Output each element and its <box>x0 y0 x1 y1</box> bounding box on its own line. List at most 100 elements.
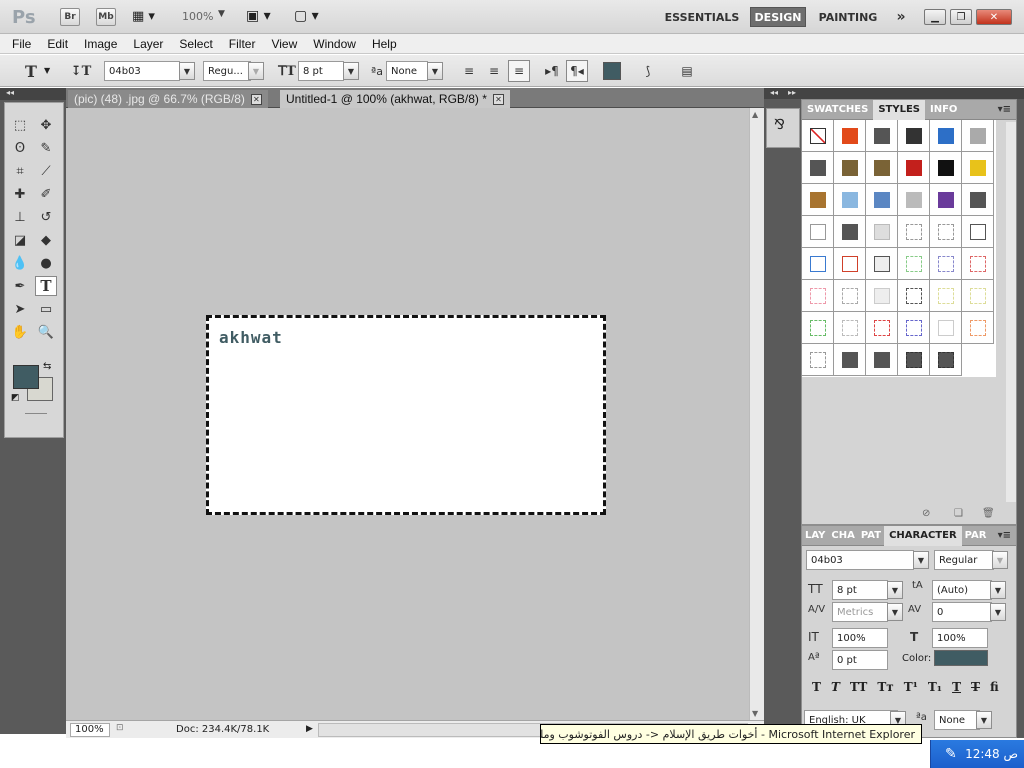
style-preset-swatch[interactable] <box>962 280 994 312</box>
style-preset-swatch[interactable] <box>802 280 834 312</box>
hand-tool-icon[interactable]: ✋ <box>9 322 31 342</box>
font-size-field[interactable]: 8 pt <box>298 61 344 81</box>
tab-untitled-1[interactable]: Untitled-1 @ 100% (akhwat, RGB/8) * ✕ <box>280 90 510 108</box>
delete-style-icon[interactable]: 🗑 <box>982 508 995 519</box>
menu-image[interactable]: Image <box>76 34 125 54</box>
restore-button[interactable]: ❐ <box>950 9 972 25</box>
status-zoom-field[interactable]: 100% <box>70 723 110 737</box>
toggle-panels-icon[interactable]: ▤ <box>676 60 698 82</box>
swap-colors-icon[interactable]: ⇆ <box>43 361 51 372</box>
style-preset-swatch[interactable] <box>930 120 962 152</box>
tab-swatches[interactable]: SWATCHES <box>802 100 873 120</box>
zoom-tool-icon[interactable]: 🔍 <box>35 322 57 342</box>
style-preset-swatch[interactable] <box>930 312 962 344</box>
collapse-tools-icon[interactable]: ◂◂ <box>0 88 66 100</box>
quick-mask-icon[interactable] <box>25 413 47 415</box>
style-preset-swatch[interactable] <box>834 216 866 248</box>
char-tracking-field[interactable]: 0 <box>932 602 992 622</box>
style-preset-swatch[interactable] <box>898 184 930 216</box>
font-style-dropdown-icon[interactable]: ▼ <box>248 62 264 80</box>
dodge-tool-icon[interactable]: ● <box>35 253 57 273</box>
move-tool-icon[interactable]: ✥ <box>35 115 57 135</box>
clone-stamp-tool-icon[interactable]: ⊥ <box>9 207 31 227</box>
style-preset-swatch[interactable] <box>834 184 866 216</box>
quick-selection-tool-icon[interactable]: ✎ <box>35 138 57 158</box>
style-preset-swatch[interactable] <box>898 312 930 344</box>
clear-style-icon[interactable]: ⊘ <box>922 508 930 519</box>
foreground-color-swatch[interactable] <box>13 365 39 389</box>
char-font-family-dropdown-icon[interactable]: ▼ <box>913 551 929 569</box>
menu-select[interactable]: Select <box>171 34 220 54</box>
text-color-swatch[interactable] <box>603 62 621 80</box>
style-preset-swatch[interactable] <box>802 120 834 152</box>
style-preset-swatch[interactable] <box>898 216 930 248</box>
style-preset-swatch[interactable] <box>802 248 834 280</box>
style-preset-swatch[interactable] <box>866 152 898 184</box>
char-tracking-dropdown-icon[interactable]: ▼ <box>990 603 1006 621</box>
style-preset-swatch[interactable] <box>834 152 866 184</box>
lasso-tool-icon[interactable]: ʘ <box>9 138 31 158</box>
style-preset-swatch[interactable] <box>962 120 994 152</box>
font-family-field[interactable]: 04b03 <box>104 61 180 81</box>
style-preset-swatch[interactable] <box>962 152 994 184</box>
style-preset-swatch[interactable] <box>866 312 898 344</box>
canvas[interactable]: akhwat <box>206 315 606 515</box>
menu-edit[interactable]: Edit <box>39 34 76 54</box>
arrange-documents-icon[interactable]: ▣ ▾ <box>246 8 280 24</box>
style-preset-swatch[interactable] <box>866 184 898 216</box>
workspace-essentials[interactable]: ESSENTIALS <box>662 7 742 27</box>
style-preset-swatch[interactable] <box>930 344 962 376</box>
tab-info[interactable]: INFO <box>925 100 962 120</box>
marquee-tool-icon[interactable]: ⬚ <box>9 115 31 135</box>
history-brush-tool-icon[interactable]: ↺ <box>35 207 57 227</box>
style-preset-swatch[interactable] <box>962 184 994 216</box>
style-preset-swatch[interactable] <box>930 152 962 184</box>
tab-paths[interactable]: PAT <box>858 526 884 546</box>
styles-scrollbar[interactable] <box>1006 122 1016 502</box>
style-preset-swatch[interactable] <box>866 248 898 280</box>
style-preset-swatch[interactable] <box>962 216 994 248</box>
menu-layer[interactable]: Layer <box>125 34 171 54</box>
style-preset-swatch[interactable] <box>898 120 930 152</box>
style-preset-swatch[interactable] <box>802 216 834 248</box>
tab-character[interactable]: CHARACTER <box>884 525 962 546</box>
more-workspaces-icon[interactable]: » <box>890 7 912 27</box>
style-preset-swatch[interactable] <box>802 312 834 344</box>
small-caps-icon[interactable]: Tт <box>877 680 893 694</box>
pen-tool-icon[interactable]: ✒ <box>9 276 31 296</box>
zoom-dropdown-icon[interactable]: ▼ <box>218 9 225 19</box>
bridge-button[interactable]: Br <box>60 8 80 26</box>
style-preset-swatch[interactable] <box>898 248 930 280</box>
char-font-style-field[interactable]: Regular <box>934 550 994 570</box>
mini-bridge-button[interactable]: Mb <box>96 8 116 26</box>
font-style-field[interactable]: Regu... <box>203 61 251 81</box>
style-preset-swatch[interactable] <box>834 344 866 376</box>
status-info-icon[interactable]: ⊡ <box>116 723 130 737</box>
tool-preset-dropdown-icon[interactable]: ▼ <box>44 66 50 75</box>
new-style-icon[interactable]: ❏ <box>954 508 963 519</box>
align-center-icon[interactable]: ≡ <box>483 60 505 82</box>
char-horizontal-scale-field[interactable]: 100% <box>932 628 988 648</box>
view-extras-icon[interactable]: ▦ ▾ <box>132 9 166 25</box>
menu-file[interactable]: File <box>4 34 39 54</box>
faux-bold-icon[interactable]: T <box>812 680 821 694</box>
eyedropper-tool-icon[interactable]: ⟋ <box>35 161 57 181</box>
ligature-icon[interactable]: fi <box>990 680 999 694</box>
scroll-down-icon[interactable]: ▼ <box>752 709 758 718</box>
clock[interactable]: 12:48 ص <box>965 747 1018 761</box>
status-menu-icon[interactable]: ▶ <box>306 724 313 734</box>
tab-pic-48[interactable]: (pic) (48) .jpg @ 66.7% (RGB/8) ✕ <box>68 90 268 108</box>
align-right-icon[interactable]: ≡ <box>508 60 530 82</box>
tab-layers[interactable]: LAY <box>802 526 828 546</box>
style-preset-swatch[interactable] <box>898 152 930 184</box>
paint-bucket-tool-icon[interactable]: ◆ <box>35 230 57 250</box>
menu-help[interactable]: Help <box>364 34 405 54</box>
vertical-scrollbar[interactable]: ▲ ▼ <box>749 108 764 720</box>
eraser-tool-icon[interactable]: ◪ <box>9 230 31 250</box>
shape-tool-icon[interactable]: ▭ <box>35 299 57 319</box>
char-font-family-field[interactable]: 04b03 <box>806 550 914 570</box>
style-preset-swatch[interactable] <box>866 216 898 248</box>
char-antialias-dropdown-icon[interactable]: ▼ <box>976 711 992 729</box>
subscript-icon[interactable]: T₁ <box>928 680 942 694</box>
font-family-dropdown-icon[interactable]: ▼ <box>179 62 195 80</box>
